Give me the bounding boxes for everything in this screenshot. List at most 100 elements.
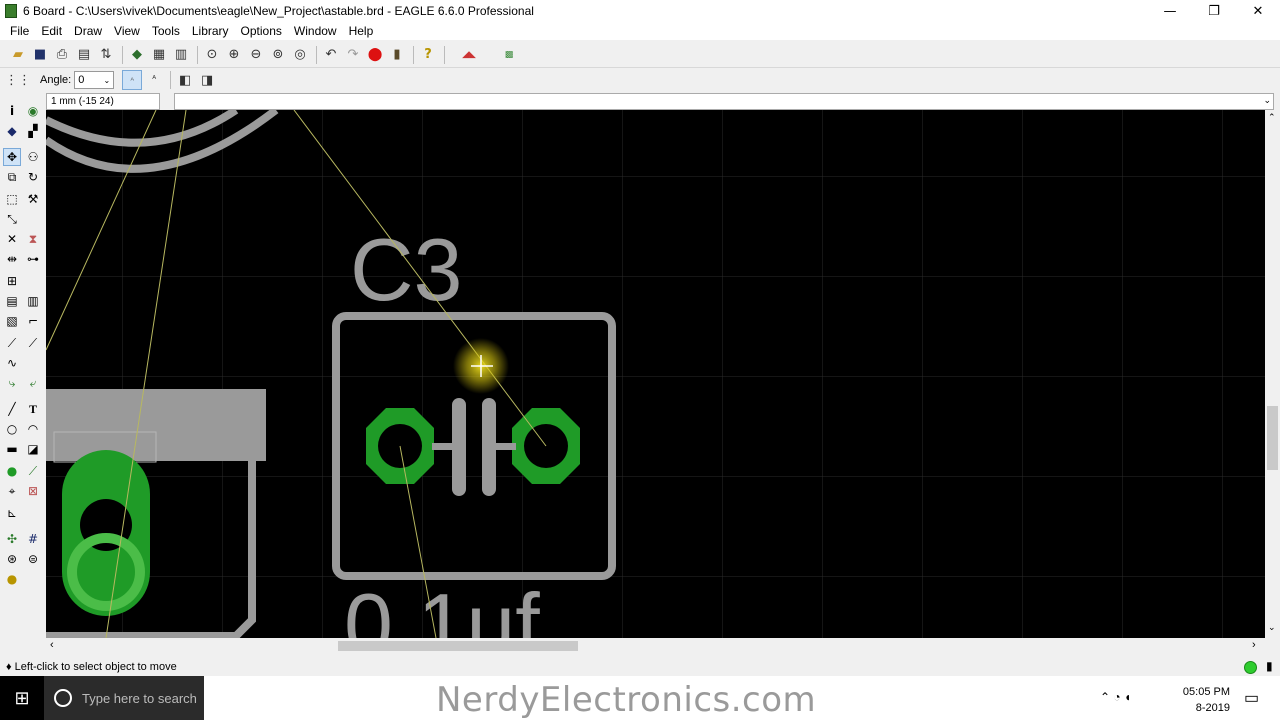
status-resize-icon[interactable]: ▮ [1266,659,1273,673]
menu-view[interactable]: View [108,24,146,38]
scroll-left-icon[interactable]: ‹ [50,639,54,651]
rotate-icon[interactable]: ↻ [24,168,42,186]
help-icon[interactable]: ? [418,45,438,65]
tray-clock[interactable]: 05:05 PM 8-2019 [1183,684,1230,716]
board-editor-canvas[interactable]: C3 0.1uf [46,110,1265,638]
print-icon[interactable]: ⎙ [52,45,72,65]
angle-select[interactable]: 0 ⌄ [74,71,115,89]
start-button[interactable]: ⊞ [0,676,44,720]
vertical-scrollbar[interactable]: ⌃ ⌄ [1265,110,1280,638]
name-icon[interactable]: ⊞ [3,272,21,290]
mirror-text-icon[interactable]: ᴬ [122,70,143,90]
lock-icon[interactable]: ⊶ [24,250,42,268]
display-icon[interactable]: ◆ [3,122,21,140]
hole-icon[interactable]: ⌖ [3,482,21,500]
cam-processor-icon[interactable]: ▤ [74,45,94,65]
show-icon[interactable]: ◉ [24,102,42,120]
polygon-icon[interactable]: ◪ [24,440,42,458]
horizontal-scroll-thumb[interactable] [338,641,578,651]
drc-icon[interactable]: ⊜ [24,550,42,568]
undo-icon[interactable]: ↶ [321,45,341,65]
paste-icon[interactable]: ⤡ [3,210,21,228]
run-ulp-icon[interactable]: ▦ [149,45,169,65]
erc-icon[interactable]: ⊛ [3,550,21,568]
grid-icon[interactable]: ⋮⋮ [5,70,31,90]
tray-icons[interactable]: ⌃ ◔ ◖ [1100,690,1131,704]
redraw-icon[interactable]: ⊚ [268,45,288,65]
zoom-fit-icon[interactable]: ⊙ [202,45,222,65]
wire-icon[interactable]: ╱ [3,400,21,418]
dimension-icon[interactable]: ⊾ [3,504,21,522]
signal-icon[interactable]: ⤶ [24,374,42,392]
attribute-icon[interactable]: ⊠ [24,482,42,500]
taskbar-search[interactable]: Type here to search [44,676,204,720]
redo-icon[interactable]: ↷ [343,45,363,65]
replace-icon[interactable]: ⇹ [3,250,21,268]
copy-icon[interactable]: ⚇ [24,148,42,166]
script-icon[interactable]: ◆ [127,45,147,65]
restore-button[interactable]: ❐ [1192,0,1236,22]
scroll-down-icon[interactable]: ⌄ [1268,622,1276,633]
zoom-in-icon[interactable]: ⊕ [224,45,244,65]
zoom-select-icon[interactable]: ◎ [290,45,310,65]
close-button[interactable]: ✕ [1236,0,1280,22]
minimize-button[interactable]: — [1148,0,1192,22]
scroll-right-icon[interactable]: › [1252,639,1256,651]
menu-tools[interactable]: Tools [146,24,186,38]
spin-text-icon[interactable]: ᴬ [144,70,164,90]
vertical-scroll-thumb[interactable] [1267,406,1278,470]
scroll-up-icon[interactable]: ⌃ [1268,112,1276,123]
mirror-icon[interactable]: ◨ [197,70,217,90]
open-icon[interactable]: ▰ [8,45,28,65]
change-icon[interactable]: ⚒ [24,190,42,208]
mark-icon[interactable]: ▞ [24,122,42,140]
design-link-icon[interactable]: ◢◣ [449,45,489,65]
delete-icon[interactable]: ✕ [3,230,21,248]
zoom-out-icon[interactable]: ⊖ [246,45,266,65]
notification-icon[interactable]: ▭ [1244,688,1259,708]
info-icon[interactable]: i [3,102,21,120]
miter-icon[interactable]: ⌐ [24,312,42,330]
switch-board-icon[interactable]: ⇅ [96,45,116,65]
arc-icon[interactable]: ◠ [24,420,42,438]
rect-icon[interactable]: ▬ [3,440,21,458]
command-row: 1 mm (-15 24) ⌄ [46,92,1280,110]
stop-icon[interactable]: ⬤ [365,45,385,65]
smash-icon[interactable]: ▥ [24,292,42,310]
optimize-icon[interactable]: ⟋ [3,334,21,352]
menu-draw[interactable]: Draw [68,24,108,38]
text-icon[interactable]: T [24,400,42,418]
go-icon[interactable]: ▮ [387,45,407,65]
menu-window[interactable]: Window [288,24,343,38]
auto-route-icon[interactable]: ⟋ [24,462,42,480]
add-icon[interactable]: ⧗ [24,230,42,248]
menu-library[interactable]: Library [186,24,235,38]
meander-icon[interactable]: ∿ [3,354,21,372]
ratsnest-icon[interactable]: ✣ [3,530,21,548]
auto-router-icon[interactable]: # [24,530,42,548]
rotate-mirror-icon[interactable]: ◧ [175,70,195,90]
group-icon[interactable]: ⬚ [3,190,21,208]
save-icon[interactable]: ■ [30,45,50,65]
layer-display-icon[interactable]: ▥ [171,45,191,65]
command-line-input[interactable]: ⌄ [174,92,1274,110]
watermark-text: NerdyElectronics.com [436,680,817,720]
split-icon[interactable]: ▧ [3,312,21,330]
menu-file[interactable]: File [4,24,35,38]
route-icon[interactable]: ⟋ [24,334,42,352]
menu-help[interactable]: Help [343,24,380,38]
via-icon[interactable]: ● [3,462,21,480]
horizontal-scrollbar[interactable]: ‹ › [46,638,1265,654]
chevron-down-icon[interactable]: ⌄ [1263,95,1271,106]
move-icon[interactable]: ✥ [3,148,21,166]
ripup-icon[interactable]: ⤷ [3,374,21,392]
menu-edit[interactable]: Edit [35,24,68,38]
status-message: ♦ Left-click to select object to move [6,661,177,673]
menu-options[interactable]: Options [235,24,288,38]
value-icon[interactable]: ▤ [3,292,21,310]
errors-icon[interactable]: ● [3,570,21,588]
circle-icon[interactable]: ○ [3,420,21,438]
pcb-quote-icon[interactable]: ▩ [491,45,527,65]
windows-icon: ⊞ [14,687,30,708]
mirror-tool-icon[interactable]: ⧉ [3,168,21,186]
